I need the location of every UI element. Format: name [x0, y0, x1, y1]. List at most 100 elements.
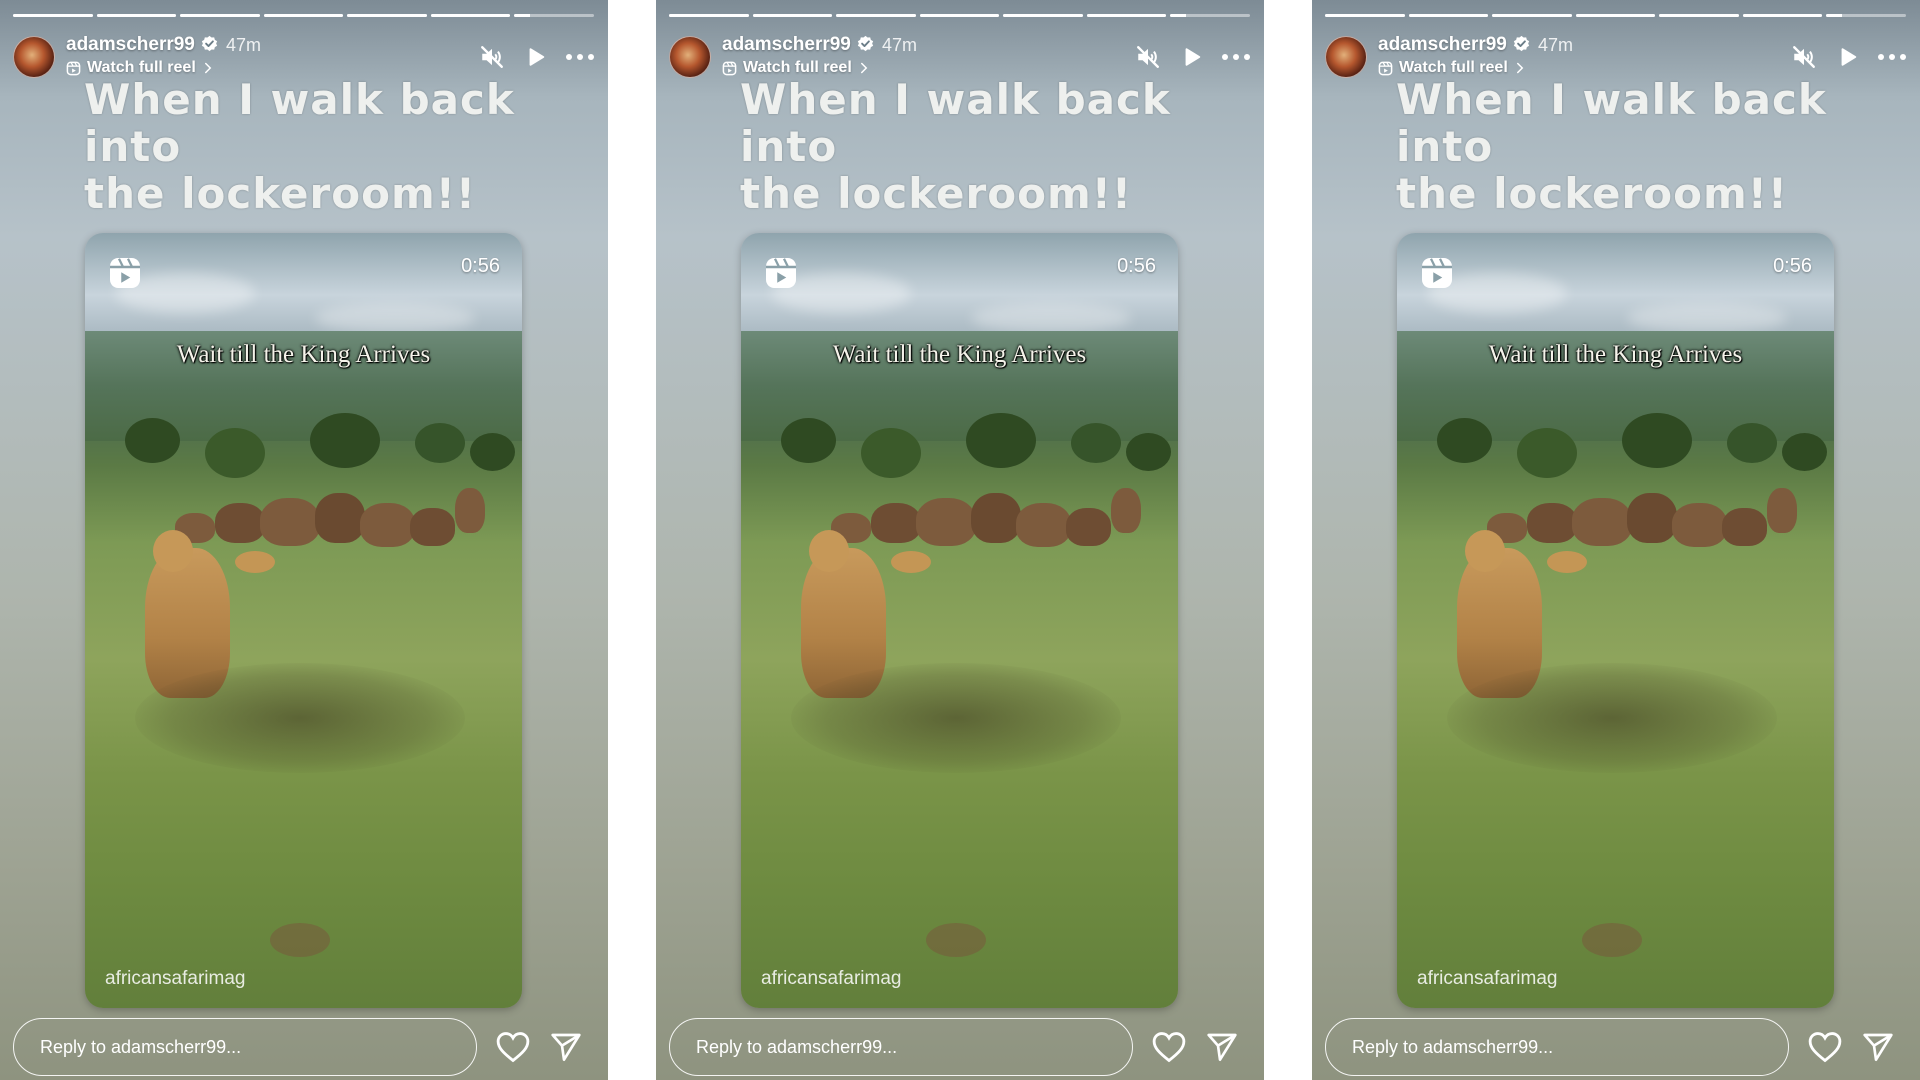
username[interactable]: adamscherr99: [66, 34, 195, 56]
reel-scene-cloud: [1627, 303, 1787, 333]
more-options-button[interactable]: [565, 42, 595, 72]
story-panel[interactable]: adamscherr99 47m Watch full reel When I …: [1312, 0, 1920, 1080]
reel-scene-bush: [1447, 663, 1777, 773]
reel-scene-rock: [926, 923, 986, 957]
play-button[interactable]: [1833, 42, 1863, 72]
header-controls: [1789, 42, 1907, 72]
avatar[interactable]: [669, 36, 711, 78]
header-controls: [477, 42, 595, 72]
caption-line: the lockeroom!!: [84, 169, 477, 218]
story-progress-bar: [13, 14, 595, 17]
username[interactable]: adamscherr99: [722, 34, 851, 56]
mute-button[interactable]: [477, 42, 507, 72]
reel-scene-cloud: [971, 303, 1131, 333]
verified-badge-icon: [857, 35, 874, 52]
play-icon: [529, 48, 545, 66]
more-icon: [1222, 54, 1250, 60]
reel-scene-herd: [175, 488, 505, 553]
reply-input[interactable]: [669, 1018, 1133, 1076]
heart-icon[interactable]: [496, 1031, 530, 1063]
reel-scene-tree: [1622, 413, 1692, 468]
progress-segment: [669, 14, 749, 17]
play-button[interactable]: [1177, 42, 1207, 72]
heart-icon[interactable]: [1808, 1031, 1842, 1063]
reel-overlay-text: Wait till the King Arrives: [832, 341, 1087, 368]
reel-scene-tree: [1517, 428, 1577, 478]
progress-segment: [263, 14, 344, 17]
mute-button[interactable]: [1133, 42, 1163, 72]
send-icon[interactable]: [550, 1031, 582, 1063]
reel-preview[interactable]: 0:56 Wait till the King Arrives africans…: [85, 233, 522, 1008]
progress-segment: [1408, 14, 1489, 17]
caption-line: When I walk back into: [84, 75, 515, 171]
progress-segment: [1086, 14, 1167, 17]
progress-segment: [752, 14, 833, 17]
play-button[interactable]: [521, 42, 551, 72]
reply-input[interactable]: [1325, 1018, 1789, 1076]
play-icon: [1841, 48, 1857, 66]
progress-segment: [836, 14, 916, 17]
reel-icon: [722, 61, 737, 75]
reel-scene-cloud: [315, 303, 475, 333]
story-header: adamscherr99 47m Watch full reel: [669, 34, 1251, 78]
reel-scene-tree: [1437, 418, 1492, 463]
chevron-right-icon: [204, 62, 212, 74]
caption-line: When I walk back into: [1396, 75, 1827, 171]
reel-icon: [110, 258, 140, 288]
reel-icon: [766, 258, 796, 288]
progress-segment: [1170, 14, 1251, 17]
progress-segment: [1742, 14, 1823, 17]
send-icon[interactable]: [1862, 1031, 1894, 1063]
reel-scene-rock: [270, 923, 330, 957]
story-panel[interactable]: adamscherr99 47m Watch full reel When I …: [0, 0, 608, 1080]
progress-segment: [1659, 14, 1739, 17]
mute-icon: [481, 46, 503, 68]
progress-segment: [1003, 14, 1083, 17]
reel-scene-tree: [415, 423, 465, 463]
username[interactable]: adamscherr99: [1378, 34, 1507, 56]
reel-preview[interactable]: 0:56 Wait till the King Arrives africans…: [741, 233, 1178, 1008]
reel-scene-lioness: [235, 551, 275, 573]
reel-scene-tree: [1727, 423, 1777, 463]
story-panel[interactable]: adamscherr99 47m Watch full reel When I …: [656, 0, 1264, 1080]
post-time: 47m: [1538, 35, 1574, 55]
reel-scene-tree: [310, 413, 380, 468]
story-progress-bar: [1325, 14, 1907, 17]
reel-icon: [1378, 61, 1393, 75]
mute-icon: [1137, 46, 1159, 68]
reel-credit: africansafarimag: [1417, 968, 1558, 989]
send-icon[interactable]: [1206, 1031, 1238, 1063]
reel-overlay-text: Wait till the King Arrives: [176, 341, 431, 368]
reel-scene-herd: [831, 488, 1161, 553]
reel-scene-bush: [135, 663, 465, 773]
progress-segment: [13, 14, 93, 17]
progress-segment: [1492, 14, 1572, 17]
reply-input[interactable]: [13, 1018, 477, 1076]
progress-segment: [514, 14, 595, 17]
heart-icon[interactable]: [1152, 1031, 1186, 1063]
reel-scene-tree: [781, 418, 836, 463]
more-options-button[interactable]: [1877, 42, 1907, 72]
story-caption: When I walk back into the lockeroom!!: [1396, 76, 1906, 217]
avatar[interactable]: [13, 36, 55, 78]
story-caption: When I walk back into the lockeroom!!: [84, 76, 594, 217]
reel-scene-tree: [966, 413, 1036, 468]
post-time: 47m: [226, 35, 262, 55]
more-icon: [566, 54, 594, 60]
caption-line: the lockeroom!!: [1396, 169, 1789, 218]
verified-badge-icon: [1513, 35, 1530, 52]
reel-scene-tree: [1126, 433, 1171, 471]
chevron-right-icon: [860, 62, 868, 74]
verified-badge-icon: [201, 35, 218, 52]
avatar[interactable]: [1325, 36, 1367, 78]
progress-segment: [1325, 14, 1405, 17]
header-controls: [1133, 42, 1251, 72]
reel-scene-lioness: [891, 551, 931, 573]
reel-preview[interactable]: 0:56 Wait till the King Arrives africans…: [1397, 233, 1834, 1008]
more-options-button[interactable]: [1221, 42, 1251, 72]
reel-credit: africansafarimag: [105, 968, 246, 989]
caption-line: the lockeroom!!: [740, 169, 1133, 218]
mute-button[interactable]: [1789, 42, 1819, 72]
story-header: adamscherr99 47m Watch full reel: [13, 34, 595, 78]
chevron-right-icon: [1516, 62, 1524, 74]
